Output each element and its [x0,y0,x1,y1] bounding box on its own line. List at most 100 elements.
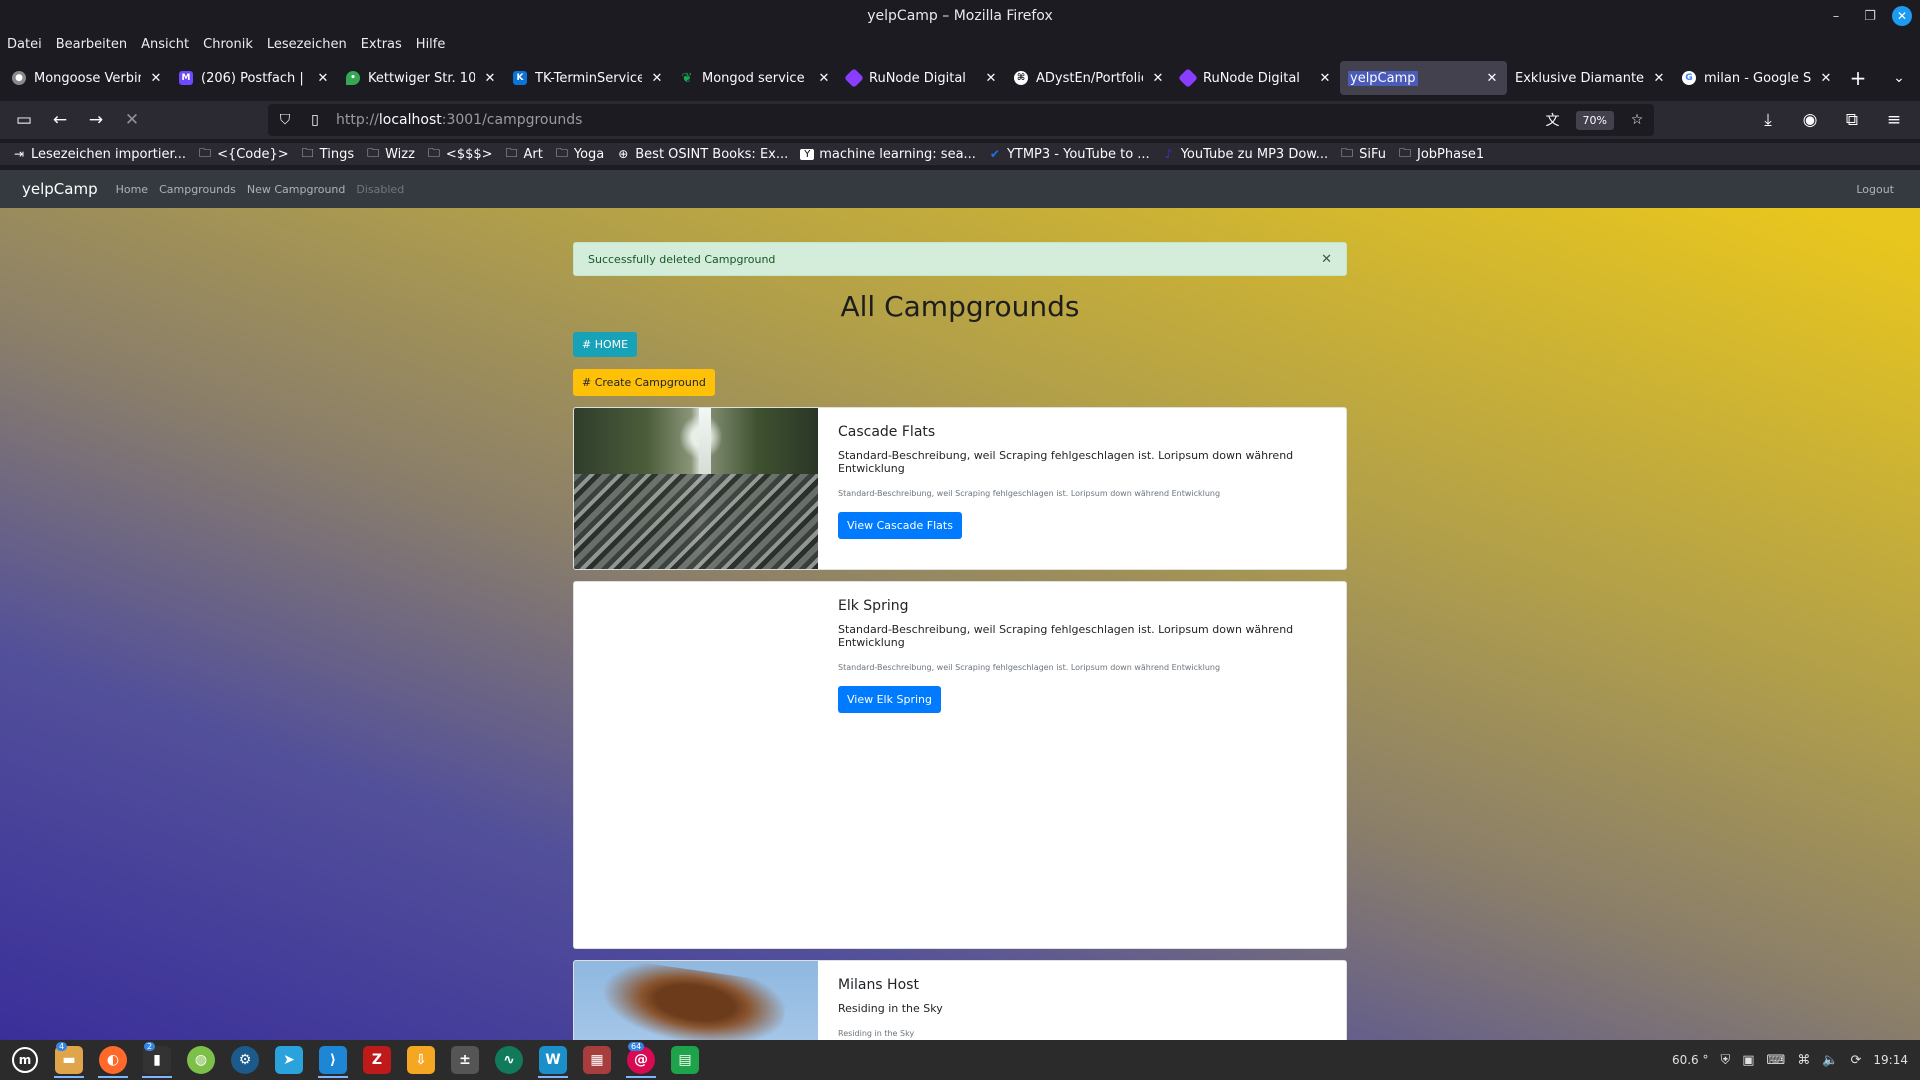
taskbar-app-firefox[interactable]: ◐ [94,1042,132,1078]
star-icon[interactable]: ☆ [1628,112,1646,128]
bookmark-folder[interactable]: 🗀 JobPhase1 [1398,144,1484,165]
alert-close-icon[interactable]: ✕ [1321,252,1332,267]
close-tab-icon[interactable]: ✕ [316,71,330,86]
bookmark-folder[interactable]: 🗀 Wizz [366,144,415,165]
nav-link-campgrounds[interactable]: Campgrounds [159,183,236,196]
extensions-icon[interactable]: ⧉ [1834,104,1870,136]
bookmark-folder[interactable]: 🗀 <$$$> [427,144,493,165]
view-campground-button[interactable]: View Elk Spring [838,686,941,713]
browser-tab[interactable]: RuNode Digital ✕ [1173,61,1340,95]
new-tab-icon[interactable]: + [1841,61,1875,95]
menu-button[interactable]: m [6,1042,44,1078]
maximize-icon[interactable]: ❐ [1858,4,1882,28]
nav-link-home[interactable]: Home [116,183,148,196]
close-tab-icon[interactable]: ✕ [817,71,831,86]
sidebar-toggle-icon[interactable]: ▭ [6,104,42,136]
close-tab-icon[interactable]: ✕ [1151,71,1165,86]
github-icon: ⌘ [1014,71,1028,85]
bookmark-folder[interactable]: 🗀 Tings [301,144,354,165]
taskbar-app-vscode[interactable]: ⟩ [314,1042,352,1078]
taskbar-app-firewall[interactable]: ▦ [578,1042,616,1078]
folder-icon: 🗀 [505,145,518,160]
taskbar-app-installer[interactable]: ⇩ [402,1042,440,1078]
bookmark-item[interactable]: ⇥ Lesezeichen importier... [12,147,186,162]
logout-link[interactable]: Logout [1856,183,1894,196]
back-icon[interactable]: ← [42,104,78,136]
temperature-readout: 60.6 ° [1671,1053,1709,1067]
bookmark-item[interactable]: Ymachine learning: sea... [800,147,976,162]
taskbar-app-terminal[interactable]: 2 ▮ [138,1042,176,1078]
close-tab-icon[interactable]: ✕ [984,71,998,86]
taskbar-app-telegram[interactable]: ➤ [270,1042,308,1078]
bookmark-item[interactable]: ✔ YTMP3 - YouTube to ... [988,147,1150,162]
browser-tab[interactable]: G milan - Google Suc ✕ [1674,61,1841,95]
taskbar-app-webstorm[interactable]: W [534,1042,572,1078]
browser-tab-active[interactable]: yelpCamp ✕ [1340,61,1507,95]
view-campground-button[interactable]: View Cascade Flats [838,512,962,539]
close-tab-icon[interactable]: ✕ [483,71,497,86]
close-tab-icon[interactable]: ✕ [1652,71,1666,86]
hamburger-menu-icon[interactable]: ≡ [1876,104,1912,136]
close-tab-icon[interactable]: ✕ [1819,71,1833,86]
close-tab-icon[interactable]: ✕ [1318,71,1332,86]
nav-link-new-campground[interactable]: New Campground [247,183,346,196]
browser-tab[interactable]: M (206) Postfach | vr ✕ [171,61,338,95]
bookmark-folder[interactable]: 🗀 SiFu [1340,144,1386,165]
account-icon[interactable]: ◉ [1792,104,1828,136]
browser-tab[interactable]: RuNode Digital ✕ [839,61,1006,95]
close-tab-icon[interactable]: ✕ [650,71,664,86]
tab-list-chevron-icon[interactable]: ⌄ [1882,61,1916,95]
volume-icon[interactable]: 🔈 [1822,1053,1838,1068]
url-text[interactable]: http://localhost:3001/campgrounds [336,112,582,128]
browser-tab[interactable]: K TK-TerminService - ✕ [505,61,672,95]
updates-icon[interactable]: ⟳ [1851,1053,1862,1068]
translate-icon[interactable]: 文 [1544,110,1562,130]
taskbar-app-steam[interactable]: ⚙ [226,1042,264,1078]
bookmark-item[interactable]: ♪ YouTube zu MP3 Dow... [1162,147,1328,162]
home-button[interactable]: # HOME [573,332,638,357]
browser-tab[interactable]: ❦ Mongod service re ✕ [672,61,839,95]
bookmark-folder[interactable]: 🗀 Art [505,144,543,165]
site-brand[interactable]: yelpCamp [22,180,98,198]
network-icon[interactable]: ⌘ [1797,1053,1810,1068]
menu-item-bearbeiten[interactable]: Bearbeiten [56,37,127,52]
taskbar-app-chromium[interactable]: ◍ [182,1042,220,1078]
menu-item-lesezeichen[interactable]: Lesezeichen [267,37,347,52]
browser-tab[interactable]: Exklusive Diamanten - ✕ [1507,61,1674,95]
nav-link-disabled: Disabled [356,182,405,196]
download-icon[interactable]: ⤓ [1750,104,1786,136]
forward-icon[interactable]: → [78,104,114,136]
shield-tray-icon[interactable]: ⛨ [1720,1053,1730,1068]
taskbar-app-filezilla[interactable]: Z [358,1042,396,1078]
gpu-icon[interactable]: ▣ [1742,1053,1754,1068]
browser-tab[interactable]: ● Mongoose Verbind ✕ [4,61,171,95]
page-icon[interactable]: ▯ [306,112,324,128]
zoom-level[interactable]: 70% [1575,110,1614,130]
minimize-icon[interactable]: – [1824,4,1848,28]
close-tab-icon[interactable]: ✕ [149,71,163,86]
create-campground-button[interactable]: # Create Campground [573,369,715,396]
browser-tab[interactable]: • Kettwiger Str. 101 ✕ [338,61,505,95]
shield-icon[interactable]: ⛉ [276,112,294,128]
keyboard-icon[interactable]: ⌨ [1767,1053,1786,1068]
menu-item-hilfe[interactable]: Hilfe [416,37,446,52]
close-window-icon[interactable]: ✕ [1892,6,1912,26]
taskbar-app-gitkraken[interactable]: ∿ [490,1042,528,1078]
menu-item-extras[interactable]: Extras [361,37,402,52]
menu-item-chronik[interactable]: Chronik [203,37,253,52]
clock[interactable]: 19:14 [1873,1053,1908,1067]
close-tab-icon[interactable]: ✕ [1485,71,1499,86]
taskbar-app-spreadsheet[interactable]: ▤ [666,1042,704,1078]
browser-tab[interactable]: ⌘ ADystEn/Portfolio ✕ [1006,61,1173,95]
bookmark-folder[interactable]: 🗀 <{Code}> [198,144,289,165]
menu-item-datei[interactable]: Datei [7,37,42,52]
taskbar-app-files[interactable]: 4 ▬ [50,1042,88,1078]
menu-item-ansicht[interactable]: Ansicht [141,37,189,52]
taskbar-app-debian[interactable]: 64 @ [622,1042,660,1078]
url-bar[interactable]: ⛉ ▯ http://localhost:3001/campgrounds 文 … [268,104,1654,136]
bookmark-item[interactable]: ⊕ Best OSINT Books: Ex... [616,147,788,162]
bookmark-folder[interactable]: 🗀 Yoga [555,144,604,165]
campground-title: Cascade Flats [838,424,936,440]
taskbar-app-calculator[interactable]: ± [446,1042,484,1078]
stop-icon[interactable]: ✕ [114,104,150,136]
